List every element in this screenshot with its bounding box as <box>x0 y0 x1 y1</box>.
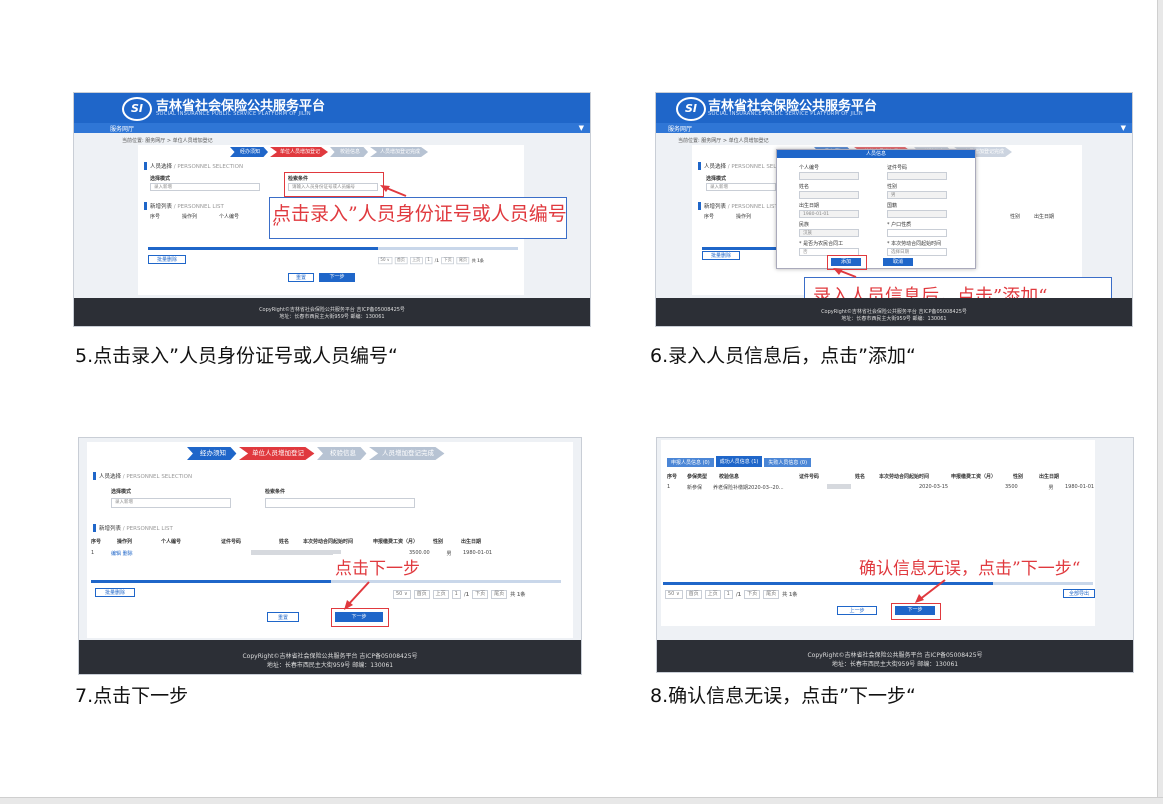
footer-copyright: CopyRight©吉林省社会保险公共服务平台 吉ICP备05008425号 <box>807 652 983 659</box>
footer-copyright: CopyRight©吉林省社会保险公共服务平台 吉ICP备05008425号 <box>242 653 418 660</box>
footer-copyright: CopyRight©吉林省社会保险公共服务平台 吉ICP备05008425号 <box>259 307 405 313</box>
site-footer: CopyRight©吉林省社会保险公共服务平台 吉ICP备05008425号 地… <box>656 298 1132 326</box>
site-footer: CopyRight©吉林省社会保险公共服务平台 吉ICP备05008425号 地… <box>74 298 590 326</box>
footer-address: 地址：长春市西民主大街959号 邮编：130061 <box>831 661 959 668</box>
footer-address: 地址：长春市西民主大街959号 邮编：130061 <box>841 316 947 322</box>
arrow-icon <box>915 579 946 603</box>
screenshot-step-6: SI 吉林省社会保险公共服务平台 SOCIAL INSURANCE PUBLIC… <box>655 92 1133 327</box>
site-footer: CopyRight©吉林省社会保险公共服务平台 吉ICP备05008425号 地… <box>657 640 1133 672</box>
arrow-icon <box>380 185 407 197</box>
arrow-icon <box>344 581 370 610</box>
caption-step-8: 8.确认信息无误，点击”下一步“ <box>650 685 916 707</box>
caption-step-7: 7.点击下一步 <box>75 685 189 707</box>
vertical-scrollbar[interactable] <box>1157 0 1163 803</box>
screenshot-step-8: 申报人员信息 (0) 成功人员信息 (1) 失败人员信息 (0) 序号 参保类型… <box>656 437 1134 673</box>
site-footer: CopyRight©吉林省社会保险公共服务平台 吉ICP备05008425号 地… <box>79 640 581 674</box>
footer-address: 地址：长春市西民主大街959号 邮编：130061 <box>279 314 385 320</box>
arrow-icon <box>833 268 857 278</box>
screenshot-step-7: 经办须知 单位人员增加登记 校验信息 人员增加登记完成 人员选择 / PERSO… <box>78 437 582 675</box>
caption-step-6: 6.录入人员信息后，点击”添加“ <box>650 345 916 367</box>
screenshot-step-5: SI 吉林省社会保险公共服务平台 SOCIAL INSURANCE PUBLIC… <box>73 92 591 327</box>
footer-address: 地址：长春市西民主大街959号 邮编：130061 <box>266 662 394 669</box>
caption-step-5: 5.点击录入”人员身份证号或人员编号“ <box>75 345 398 367</box>
document-page: SI 吉林省社会保险公共服务平台 SOCIAL INSURANCE PUBLIC… <box>0 0 1157 797</box>
footer-copyright: CopyRight©吉林省社会保险公共服务平台 吉ICP备05008425号 <box>821 309 967 315</box>
